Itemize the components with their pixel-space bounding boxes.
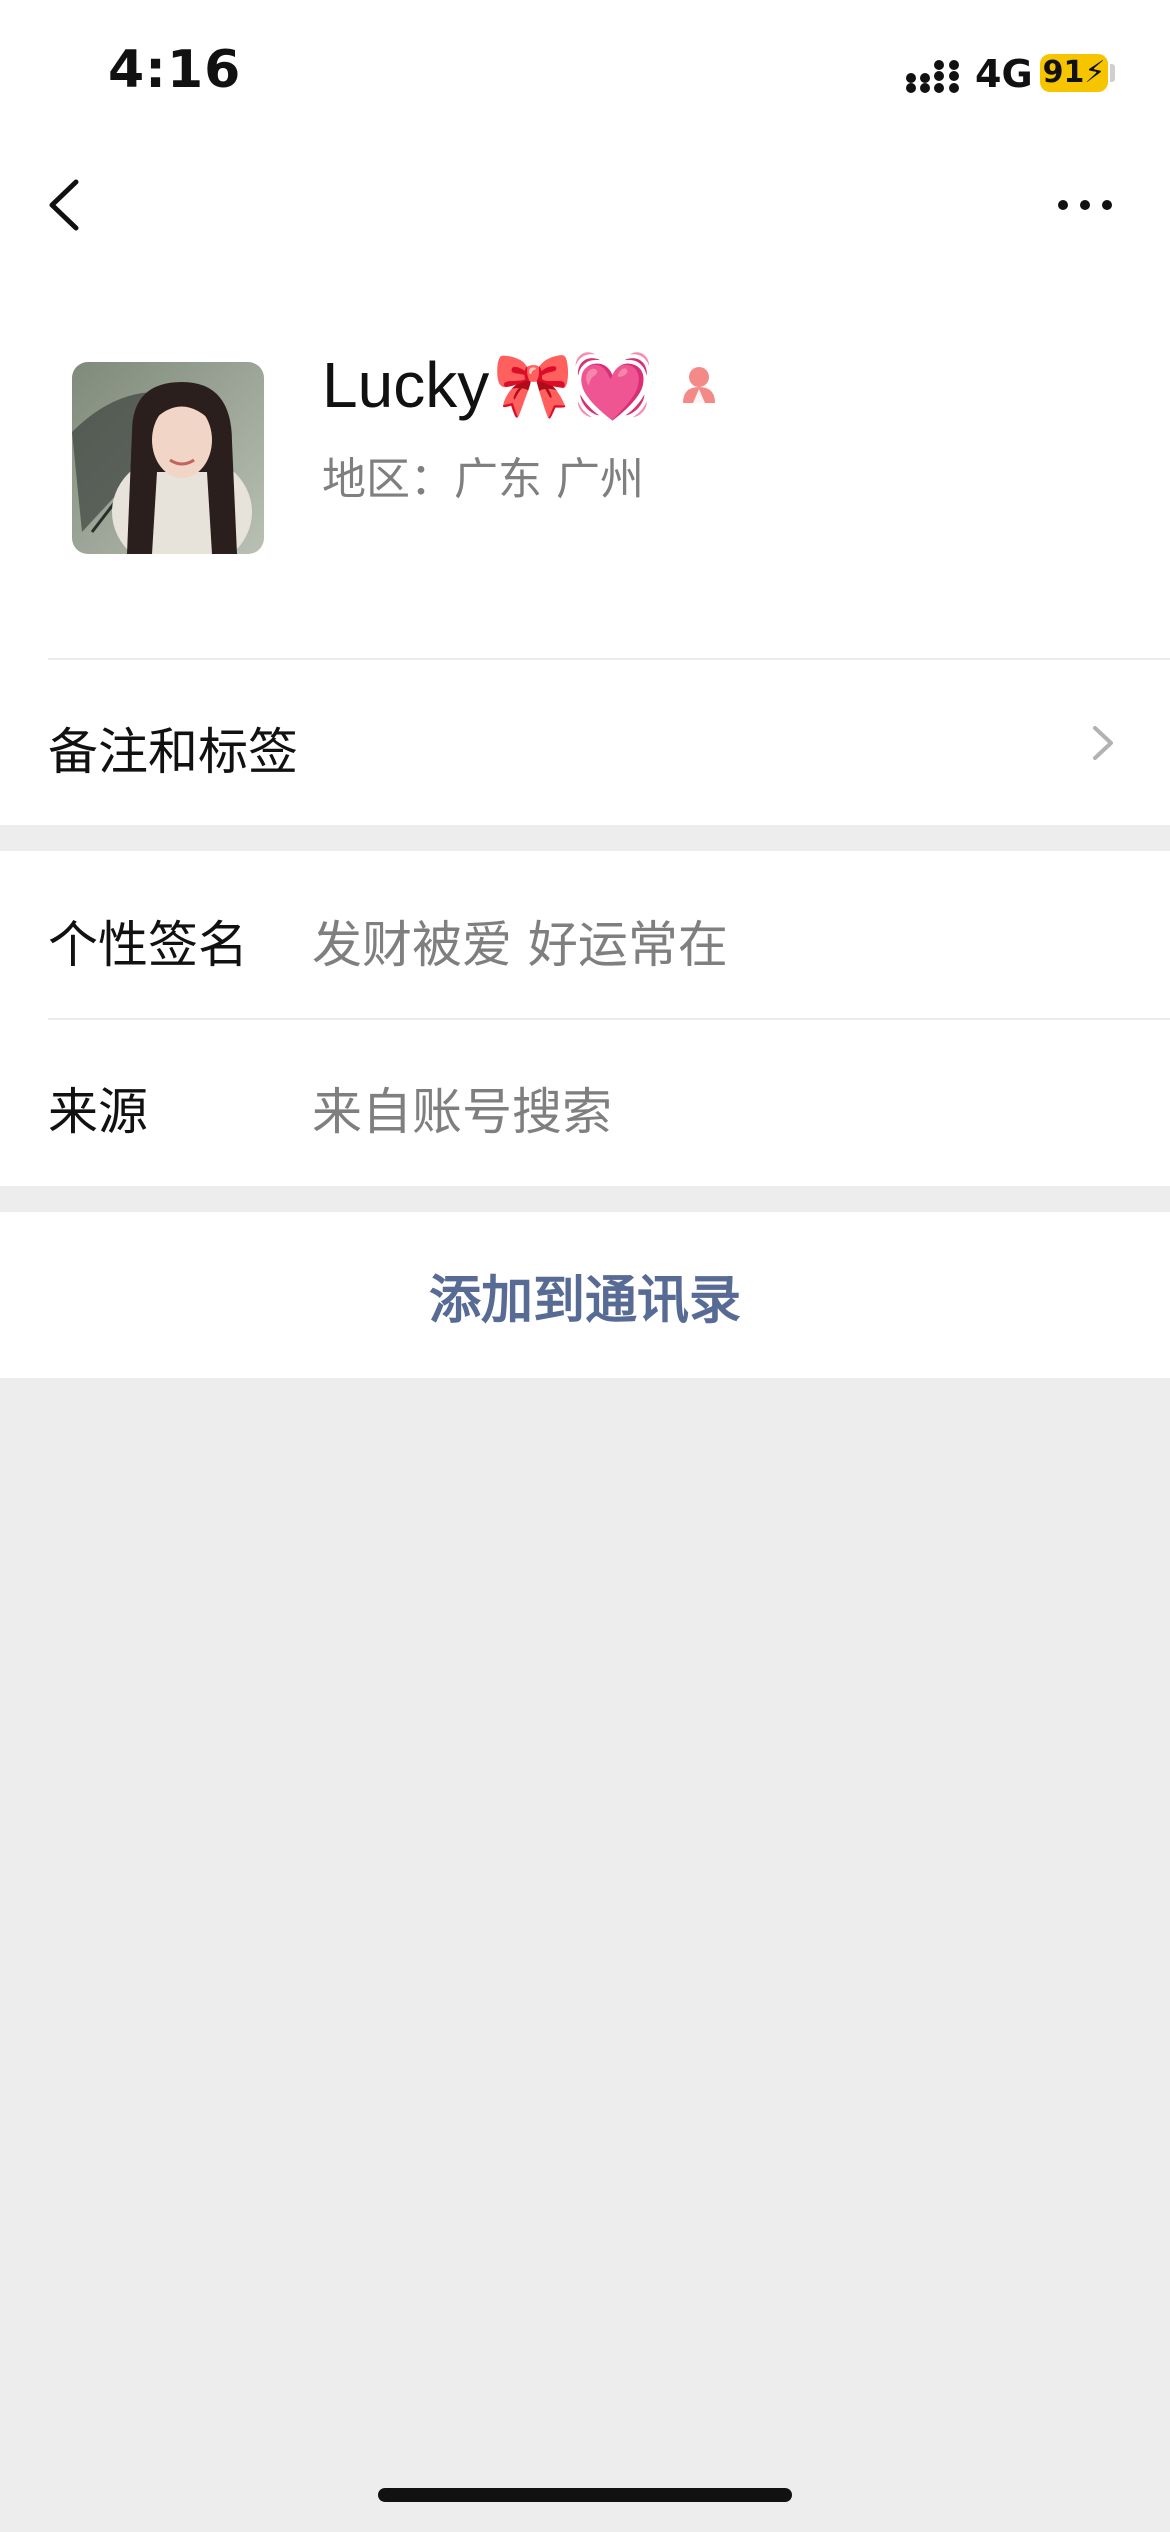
- chevron-right-icon[interactable]: [1085, 720, 1119, 766]
- section-gap: [0, 1186, 1170, 1212]
- section-gap: [0, 825, 1170, 851]
- profile-region: 地区：广东 广州: [322, 454, 644, 505]
- divider: [48, 658, 1170, 660]
- profile-name-emoji: 🎀💓: [493, 348, 653, 421]
- avatar-photo: [72, 362, 264, 554]
- female-icon: [682, 367, 715, 403]
- source-value: 来自账号搜索: [312, 1083, 612, 1141]
- profile-name-row: Lucky 🎀💓: [322, 345, 721, 425]
- add-to-contacts-button[interactable]: 添加到通讯录: [0, 1212, 1170, 1378]
- signature-label: 个性签名: [48, 916, 248, 974]
- battery-indicator: 91⚡: [1040, 54, 1108, 92]
- charging-bolt-icon: ⚡: [1084, 55, 1106, 90]
- profile-name: Lucky: [322, 349, 490, 421]
- network-type: 4G: [975, 52, 1033, 96]
- cellular-signal-icon: [906, 60, 959, 93]
- remarks-label[interactable]: 备注和标签: [48, 712, 298, 784]
- chevron-left-icon[interactable]: [40, 170, 90, 240]
- status-time: 4:16: [108, 40, 242, 100]
- battery-tip: [1110, 64, 1115, 82]
- signature-value: 发财被爱 好运常在: [312, 916, 728, 974]
- source-label: 来源: [48, 1083, 148, 1141]
- avatar[interactable]: [72, 362, 264, 554]
- battery-level: 91: [1042, 55, 1085, 90]
- divider: [48, 1018, 1170, 1020]
- ellipsis-icon[interactable]: [1055, 195, 1115, 215]
- home-indicator: [378, 2488, 792, 2502]
